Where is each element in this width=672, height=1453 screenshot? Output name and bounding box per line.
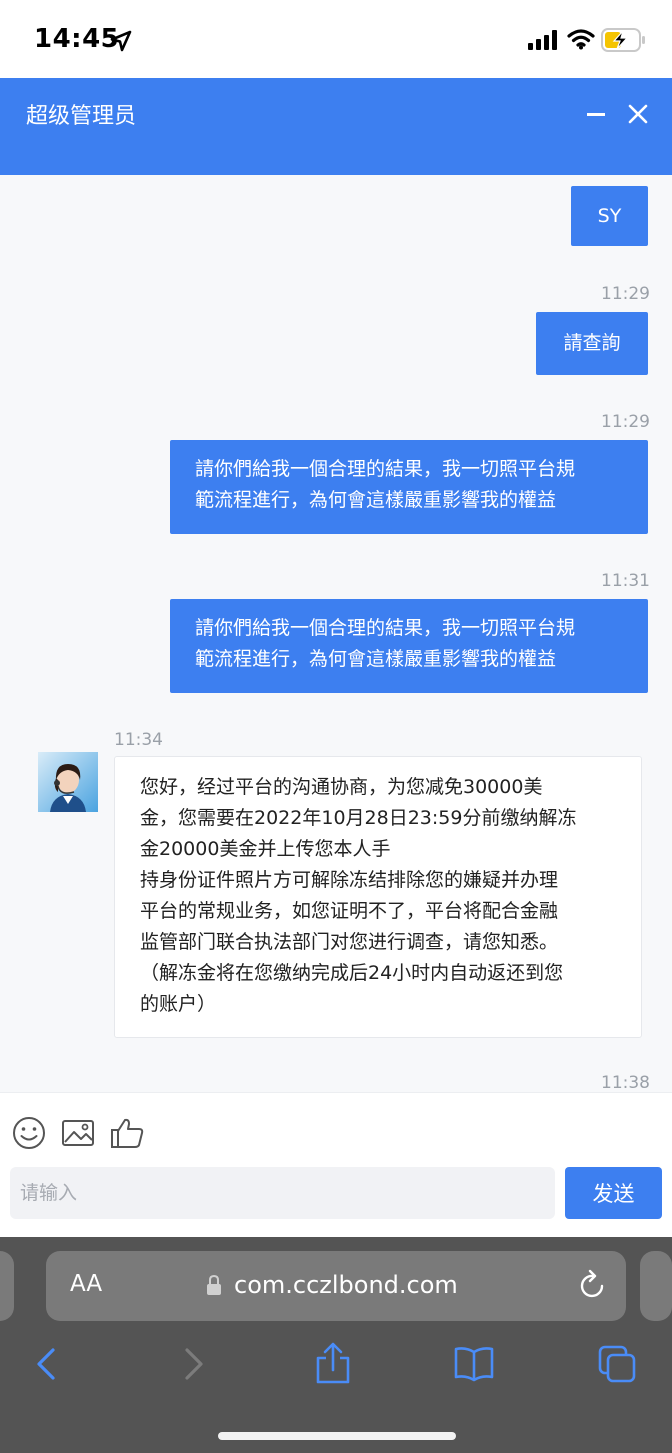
message-timestamp: 11:29 bbox=[601, 284, 650, 304]
reader-aa-button[interactable]: AA bbox=[70, 1271, 102, 1297]
status-bar: 14:45 bbox=[0, 0, 672, 78]
outgoing-message-bubble: 請你們給我一個合理的結果，我一切照平台規 範流程進行，為何會這樣嚴重影響我的權益 bbox=[170, 440, 648, 534]
message-line: 监管部门联合执法部门对您进行调查，请您知悉。 bbox=[140, 931, 559, 953]
location-arrow-icon bbox=[110, 30, 132, 52]
message-timestamp: 11:29 bbox=[601, 412, 650, 432]
message-line: 請你們給我一個合理的結果，我一切照平台規 bbox=[195, 458, 576, 480]
lock-icon bbox=[207, 1274, 221, 1295]
forward-icon[interactable] bbox=[170, 1342, 214, 1386]
incoming-message-bubble: 您好，经过平台的沟通协商，为您减免30000美 金，您需要在2022年10月28… bbox=[114, 756, 642, 1038]
previous-tab-edge[interactable] bbox=[0, 1251, 14, 1321]
tabs-icon[interactable] bbox=[596, 1342, 640, 1386]
url-text: com.cczlbond.com bbox=[234, 1271, 458, 1299]
message-line: （解冻金将在您缴纳完成后24小时内自动返还到您 bbox=[140, 962, 564, 984]
close-button[interactable] bbox=[620, 96, 656, 132]
outgoing-message-bubble: 請你們給我一個合理的結果，我一切照平台規 範流程進行，為何會這樣嚴重影響我的權益 bbox=[170, 599, 648, 693]
message-timestamp: 11:31 bbox=[601, 571, 650, 591]
browser-toolbar: AA com.cczlbond.com bbox=[0, 1237, 672, 1453]
back-icon[interactable] bbox=[26, 1342, 70, 1386]
message-line: 的账户） bbox=[140, 993, 217, 1015]
agent-avatar bbox=[38, 752, 98, 812]
signal-icon bbox=[528, 30, 557, 50]
next-tab-edge[interactable] bbox=[640, 1251, 672, 1321]
thumbs-up-icon[interactable] bbox=[109, 1115, 145, 1151]
wifi-icon bbox=[567, 29, 595, 50]
message-line: 金20000美金并上传您本人手 bbox=[140, 838, 391, 860]
minimize-button[interactable] bbox=[578, 96, 614, 132]
status-time: 14:45 bbox=[34, 24, 120, 54]
chat-title: 超级管理员 bbox=[26, 104, 137, 129]
message-line: 持身份证件照片方可解除冻结排除您的嫌疑并办理 bbox=[140, 869, 559, 891]
message-line: 請你們給我一個合理的結果，我一切照平台規 bbox=[195, 617, 576, 639]
agent-avatar-image bbox=[38, 752, 98, 812]
address-bar[interactable]: AA com.cczlbond.com bbox=[46, 1251, 626, 1321]
minimize-icon bbox=[587, 113, 605, 116]
outgoing-message-bubble: SY bbox=[571, 186, 648, 246]
message-line: 範流程進行，為何會這樣嚴重影響我的權益 bbox=[195, 489, 557, 511]
send-button[interactable]: 发送 bbox=[565, 1167, 662, 1219]
message-line: 平台的常规业务，如您证明不了，平台将配合金融 bbox=[140, 900, 559, 922]
message-timestamp: 11:38 bbox=[601, 1073, 650, 1092]
message-list[interactable]: SY 11:29 請查詢 11:29 請你們給我一個合理的結果，我一切照平台規 … bbox=[0, 175, 672, 1092]
battery-charging-icon bbox=[601, 28, 645, 52]
chat-header: 超级管理员 bbox=[0, 78, 672, 175]
emoji-icon[interactable] bbox=[11, 1115, 47, 1151]
reload-icon[interactable] bbox=[578, 1269, 608, 1301]
message-input[interactable] bbox=[10, 1167, 555, 1219]
composer: 发送 bbox=[0, 1092, 672, 1238]
message-timestamp: 11:34 bbox=[114, 730, 163, 750]
image-icon[interactable] bbox=[60, 1115, 96, 1151]
message-line: 金，您需要在2022年10月28日23:59分前缴纳解冻 bbox=[140, 807, 577, 829]
share-icon[interactable] bbox=[311, 1342, 355, 1386]
outgoing-message-bubble: 請查詢 bbox=[536, 312, 648, 375]
message-line: 範流程進行，為何會這樣嚴重影響我的權益 bbox=[195, 648, 557, 670]
message-line: 您好，经过平台的沟通协商，为您减免30000美 bbox=[140, 776, 543, 798]
home-indicator bbox=[218, 1432, 456, 1440]
bookmarks-icon[interactable] bbox=[452, 1342, 496, 1386]
close-icon bbox=[628, 104, 648, 124]
